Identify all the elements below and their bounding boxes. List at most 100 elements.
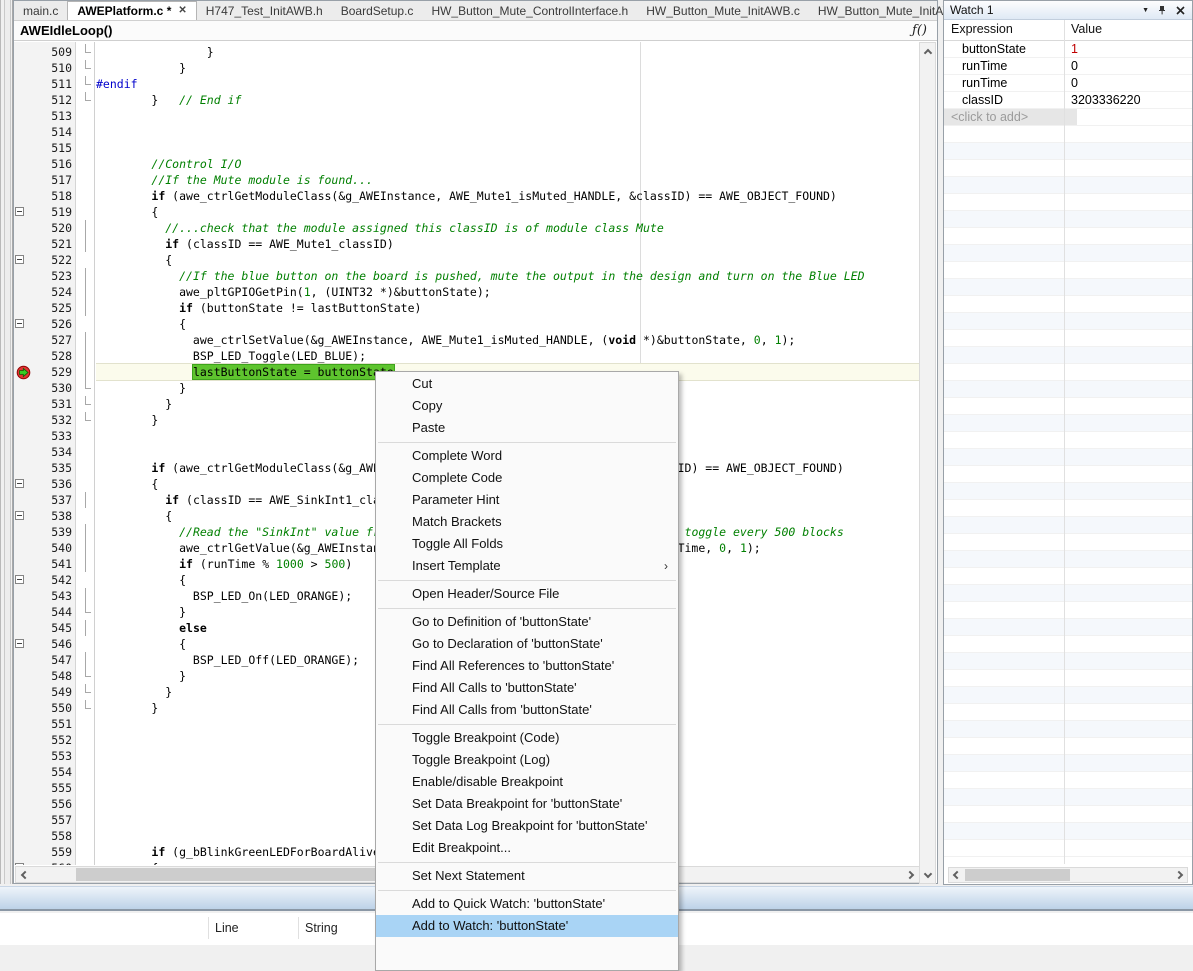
line-number[interactable]: 526 xyxy=(28,316,72,332)
line-number[interactable]: 536 xyxy=(28,476,72,492)
watch-empty-row[interactable] xyxy=(944,602,1192,619)
gutter-row[interactable]: 526 xyxy=(14,316,82,332)
code-line[interactable]: //Control I/O xyxy=(96,156,921,172)
gutter-row[interactable]: 556 xyxy=(14,796,82,812)
line-number[interactable]: 513 xyxy=(28,108,72,124)
watch-empty-row[interactable] xyxy=(944,126,1192,143)
code-line[interactable]: //If the blue button on the board is pus… xyxy=(96,268,921,284)
watch-empty-row[interactable] xyxy=(944,806,1192,823)
watch-empty-row[interactable] xyxy=(944,551,1192,568)
gutter-row[interactable]: 553 xyxy=(14,748,82,764)
gutter-row[interactable]: 539 xyxy=(14,524,82,540)
line-number[interactable]: 514 xyxy=(28,124,72,140)
menu-item-parameter-hint[interactable]: Parameter Hint xyxy=(376,489,678,511)
menu-item-go-to-declaration-of-buttonstate[interactable]: Go to Declaration of 'buttonState' xyxy=(376,633,678,655)
watch-empty-row[interactable] xyxy=(944,466,1192,483)
current-function-name[interactable]: AWEIdleLoop() xyxy=(14,23,112,38)
menu-item-add-to-quick-watch-buttonstate[interactable]: Add to Quick Watch: 'buttonState' xyxy=(376,893,678,915)
watch-empty-row[interactable] xyxy=(944,823,1192,840)
gutter-row[interactable]: 535 xyxy=(14,460,82,476)
line-number[interactable]: 555 xyxy=(28,780,72,796)
column-header-value[interactable]: Value xyxy=(1071,22,1102,36)
line-number[interactable]: 554 xyxy=(28,764,72,780)
gutter-row[interactable]: 551 xyxy=(14,716,82,732)
gutter-row[interactable]: 558 xyxy=(14,828,82,844)
menu-item-enable-disable-breakpoint[interactable]: Enable/disable Breakpoint xyxy=(376,771,678,793)
watch-row[interactable]: runTime0 xyxy=(944,75,1192,92)
watch-expression[interactable]: runTime xyxy=(962,59,1007,73)
chevron-down-icon[interactable]: ▼ xyxy=(1142,7,1149,14)
watch-empty-row[interactable] xyxy=(944,313,1192,330)
code-line[interactable]: if (awe_ctrlGetModuleClass(&g_AWEInstanc… xyxy=(96,188,921,204)
gutter-row[interactable]: 559 xyxy=(14,844,82,860)
gutter-row[interactable]: 514 xyxy=(14,124,82,140)
gutter[interactable]: 5095105115125135145155165175185195205215… xyxy=(14,44,82,865)
gutter-row[interactable]: 520 xyxy=(14,220,82,236)
watch-empty-row[interactable] xyxy=(944,789,1192,806)
watch-add-row[interactable]: <click to add> xyxy=(944,109,1192,126)
watch-value[interactable]: 3203336220 xyxy=(1071,93,1141,107)
tab-main-c[interactable]: main.c xyxy=(14,1,67,20)
line-number[interactable]: 534 xyxy=(28,444,72,460)
gutter-row[interactable]: 518 xyxy=(14,188,82,204)
code-line[interactable]: BSP_LED_Toggle(LED_BLUE); xyxy=(96,348,921,364)
line-number[interactable]: 512 xyxy=(28,92,72,108)
fold-collapse-icon[interactable] xyxy=(15,319,24,328)
line-number[interactable]: 527 xyxy=(28,332,72,348)
menu-item-toggle-breakpoint-log[interactable]: Toggle Breakpoint (Log) xyxy=(376,749,678,771)
line-number[interactable]: 552 xyxy=(28,732,72,748)
line-number[interactable]: 511 xyxy=(28,76,72,92)
menu-item-edit-breakpoint[interactable]: Edit Breakpoint... xyxy=(376,837,678,859)
watch-empty-row[interactable] xyxy=(944,228,1192,245)
line-number[interactable]: 540 xyxy=(28,540,72,556)
watch-empty-row[interactable] xyxy=(944,636,1192,653)
gutter-row[interactable]: 515 xyxy=(14,140,82,156)
scroll-left-button[interactable] xyxy=(949,868,963,882)
menu-item-find-all-calls-from-buttonstate[interactable]: Find All Calls from 'buttonState' xyxy=(376,699,678,721)
watch-empty-row[interactable] xyxy=(944,177,1192,194)
gutter-row[interactable]: 533 xyxy=(14,428,82,444)
line-number[interactable]: 522 xyxy=(28,252,72,268)
column-divider[interactable] xyxy=(1064,20,1065,864)
menu-item-toggle-breakpoint-code[interactable]: Toggle Breakpoint (Code) xyxy=(376,727,678,749)
line-number[interactable]: 537 xyxy=(28,492,72,508)
gutter-row[interactable]: 513 xyxy=(14,108,82,124)
gutter-row[interactable]: 541 xyxy=(14,556,82,572)
watch-empty-row[interactable] xyxy=(944,721,1192,738)
gutter-row[interactable]: 547 xyxy=(14,652,82,668)
gutter-row[interactable]: 532 xyxy=(14,412,82,428)
watch-row[interactable]: runTime0 xyxy=(944,58,1192,75)
line-number[interactable]: 535 xyxy=(28,460,72,476)
menu-item-cut[interactable]: Cut xyxy=(376,373,678,395)
dock-splitter[interactable] xyxy=(0,0,13,884)
gutter-row[interactable]: 516 xyxy=(14,156,82,172)
gutter-row[interactable]: 509 xyxy=(14,44,82,60)
watch-empty-row[interactable] xyxy=(944,415,1192,432)
line-number[interactable]: 547 xyxy=(28,652,72,668)
line-number[interactable]: 557 xyxy=(28,812,72,828)
gutter-row[interactable]: 544 xyxy=(14,604,82,620)
fold-collapse-icon[interactable] xyxy=(15,255,24,264)
line-number[interactable]: 531 xyxy=(28,396,72,412)
gutter-row[interactable]: 560 xyxy=(14,860,82,865)
scroll-left-button[interactable] xyxy=(16,867,32,883)
menu-item-match-brackets[interactable]: Match Brackets xyxy=(376,511,678,533)
gutter-row[interactable]: 554 xyxy=(14,764,82,780)
watch-empty-row[interactable] xyxy=(944,347,1192,364)
menu-item-open-header-source-file[interactable]: Open Header/Source File xyxy=(376,583,678,605)
code-line[interactable]: { xyxy=(96,252,921,268)
gutter-row[interactable]: 540 xyxy=(14,540,82,556)
code-line[interactable]: { xyxy=(96,316,921,332)
gutter-row[interactable]: 511 xyxy=(14,76,82,92)
line-number[interactable]: 550 xyxy=(28,700,72,716)
pin-icon[interactable] xyxy=(1158,5,1167,15)
line-number[interactable]: 532 xyxy=(28,412,72,428)
watch-horizontal-scrollbar[interactable] xyxy=(948,867,1188,883)
watch-empty-row[interactable] xyxy=(944,568,1192,585)
gutter-row[interactable]: 550 xyxy=(14,700,82,716)
watch-expression[interactable]: runTime xyxy=(962,76,1007,90)
gutter-row[interactable]: 530 xyxy=(14,380,82,396)
close-icon[interactable] xyxy=(1176,6,1185,15)
watch-empty-row[interactable] xyxy=(944,364,1192,381)
gutter-row[interactable]: 536 xyxy=(14,476,82,492)
